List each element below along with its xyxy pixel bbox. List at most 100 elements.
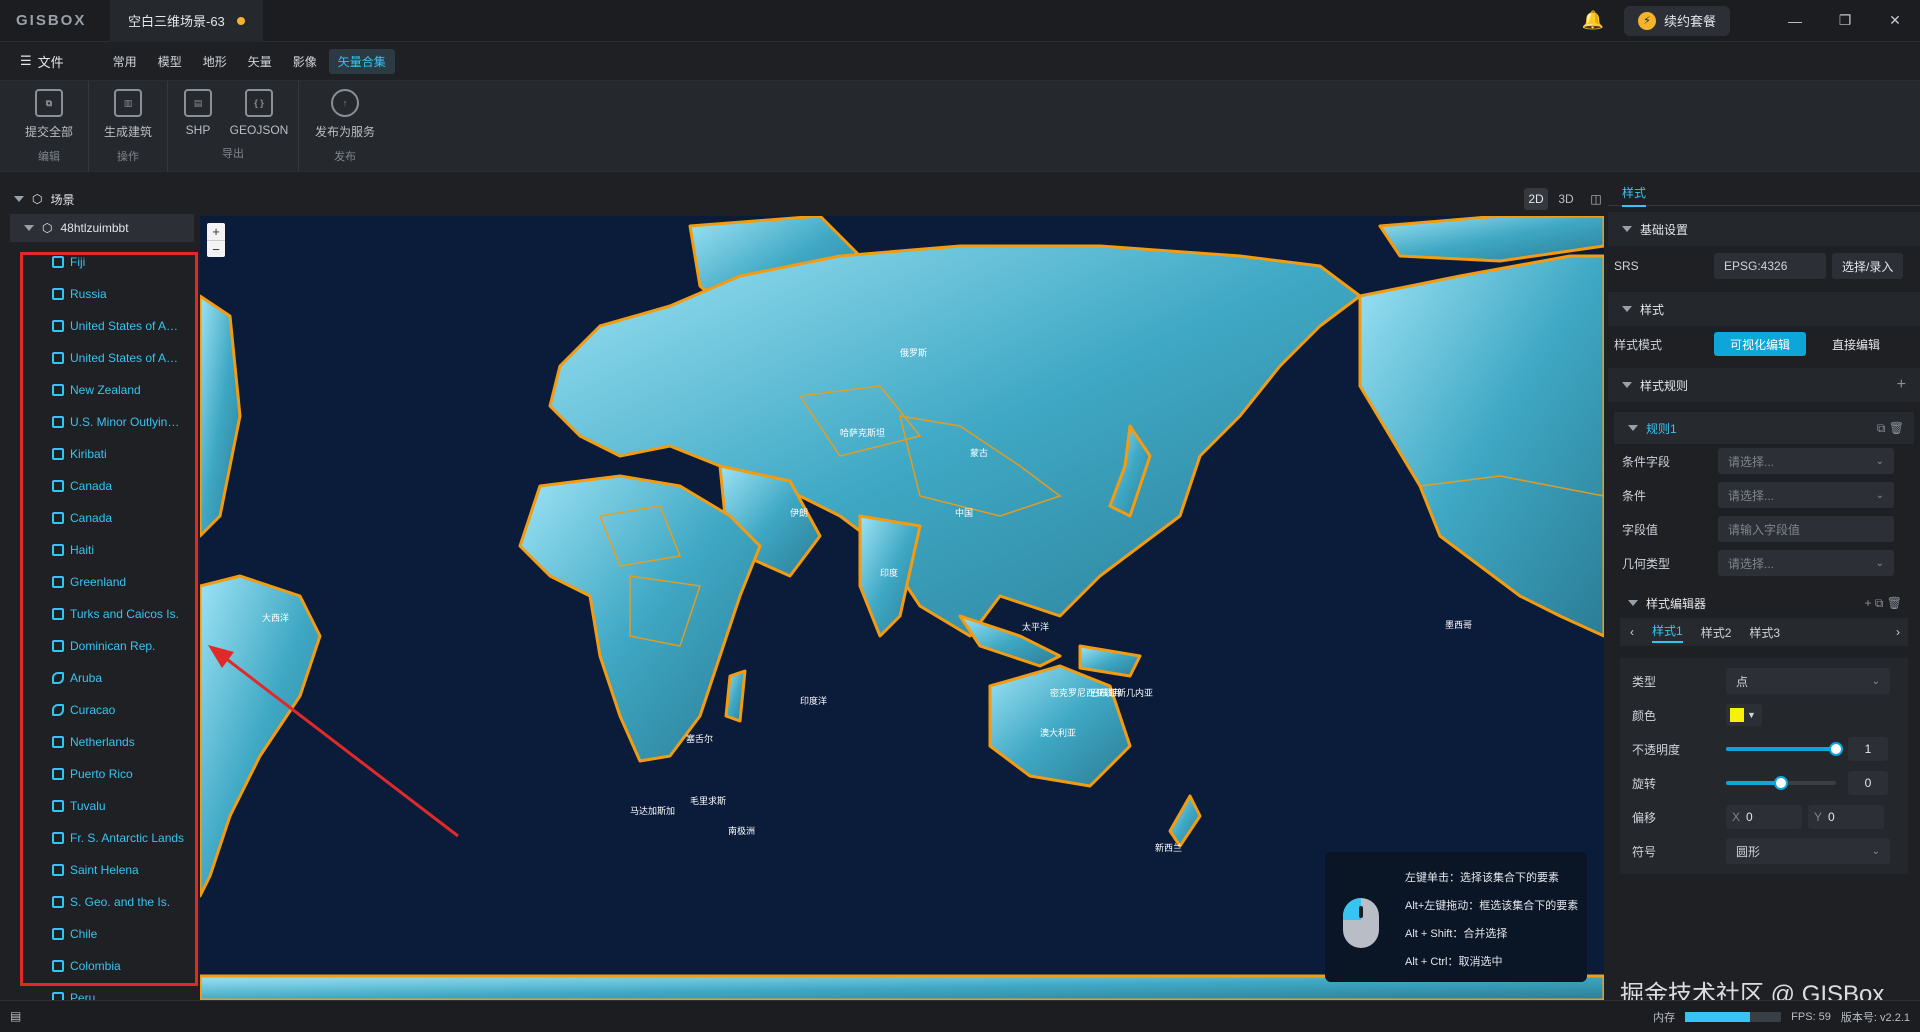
symbol-select[interactable]: 圆形 ⌄ — [1726, 838, 1890, 864]
publish-service-button[interactable]: ↑ 发布为服务 — [303, 87, 387, 140]
tab-style[interactable]: 样式 — [1622, 184, 1647, 207]
tree-item[interactable]: Greenland — [0, 566, 200, 598]
type-select[interactable]: 点 ⌄ — [1726, 668, 1890, 694]
srs-field[interactable]: EPSG:4326 — [1714, 253, 1826, 279]
tree-item[interactable]: Peru — [0, 982, 200, 1000]
tree-item[interactable]: Dominican Rep. — [0, 630, 200, 662]
copy-icon[interactable]: ⧉ — [1877, 421, 1886, 435]
tree-item-label: S. Geo. and the Is. — [70, 895, 171, 909]
style-editor-header[interactable]: 样式编辑器 + ⧉ 🗑 — [1608, 588, 1920, 618]
tree-item[interactable]: Canada — [0, 470, 200, 502]
tree-item[interactable]: United States of A… — [0, 342, 200, 374]
restore-icon[interactable]: ❐ — [1820, 12, 1870, 29]
tree-item-label: Fr. S. Antarctic Lands — [70, 831, 185, 845]
submit-all-button[interactable]: ⧉ 提交全部 — [14, 87, 84, 140]
bell-icon[interactable]: 🔔 — [1578, 10, 1608, 31]
tab-style-2[interactable]: 样式2 — [1701, 624, 1732, 641]
tree-root-node[interactable]: ⬡ 48htlzuimbbt — [10, 214, 194, 242]
multipolygon-icon — [52, 896, 64, 908]
delete-icon[interactable]: 🗑 — [1887, 596, 1902, 610]
tree-item[interactable]: Netherlands — [0, 726, 200, 758]
view-mode-toggles: 2D 3D ◫ — [1524, 188, 1608, 210]
tree-item[interactable]: Haiti — [0, 534, 200, 566]
tree-item[interactable]: Russia — [0, 278, 200, 310]
tree-item[interactable]: Turks and Caicos Is. — [0, 598, 200, 630]
add-style-icon[interactable]: + — [1864, 596, 1871, 610]
tree-item[interactable]: Canada — [0, 502, 200, 534]
document-tab[interactable]: 空白三维场景-63 — [110, 0, 263, 42]
minimize-icon[interactable]: — — [1770, 13, 1820, 29]
tree-item[interactable]: U.S. Minor Outlyin… — [0, 406, 200, 438]
multipolygon-icon — [52, 832, 64, 844]
basic-settings-header[interactable]: 基础设置 — [1608, 212, 1920, 246]
generate-building-button[interactable]: ▥ 生成建筑 — [93, 87, 163, 140]
scene-header[interactable]: ⬡ 场景 — [0, 184, 200, 214]
add-rule-icon[interactable]: + — [1897, 376, 1906, 394]
export-geojson-button[interactable]: { } GEOJSON — [224, 87, 294, 137]
map-label: 印度 — [880, 568, 899, 578]
tab-style-1[interactable]: 样式1 — [1652, 622, 1683, 643]
tree-item[interactable]: New Zealand — [0, 374, 200, 406]
tree-item[interactable]: Fiji — [0, 246, 200, 278]
tree-item[interactable]: Saint Helena — [0, 854, 200, 886]
color-swatch — [1730, 708, 1744, 722]
rotation-slider[interactable] — [1726, 776, 1836, 790]
tree-item[interactable]: Chile — [0, 918, 200, 950]
tree-item[interactable]: United States of A… — [0, 310, 200, 342]
map-viewport[interactable]: + − 大西洋 太平洋 印度洋 南极洲 中国 蒙古 俄罗斯 澳大利亚 哈萨克斯坦… — [200, 216, 1604, 1000]
export-shp-button[interactable]: ▤ SHP — [172, 87, 224, 137]
tree-item-label: Dominican Rep. — [70, 639, 156, 653]
menu-model[interactable]: 模型 — [149, 49, 191, 74]
opacity-slider[interactable] — [1726, 742, 1843, 756]
menu-imagery[interactable]: 影像 — [284, 49, 326, 74]
hint-line: Alt+左键拖动：框选该集合下的要素 — [1405, 900, 1579, 912]
file-menu[interactable]: ☰ 文件 — [20, 52, 64, 71]
tree-item[interactable]: Fr. S. Antarctic Lands — [0, 822, 200, 854]
delete-icon[interactable]: 🗑 — [1889, 421, 1904, 435]
geometry-type-select[interactable]: 请选择... ⌄ — [1718, 550, 1894, 576]
notes-icon[interactable]: ▤ — [10, 1009, 21, 1023]
direct-edit-button[interactable]: 直接编辑 — [1816, 332, 1896, 356]
visual-edit-button[interactable]: 可视化编辑 — [1714, 332, 1807, 356]
tree-item[interactable]: S. Geo. and the Is. — [0, 886, 200, 918]
fps-readout: FPS: 59 — [1791, 1011, 1831, 1023]
copy-icon[interactable]: ⧉ — [1875, 596, 1884, 610]
opacity-input[interactable]: 1 — [1848, 737, 1888, 761]
renew-plan-button[interactable]: ⚡ 续约套餐 — [1623, 5, 1730, 36]
menu-vector[interactable]: 矢量 — [239, 49, 281, 74]
color-picker[interactable]: ▼ — [1726, 704, 1762, 726]
multipolygon-icon — [52, 480, 64, 492]
view-3d-button[interactable]: 3D — [1554, 188, 1578, 210]
tree-item-label: Canada — [70, 511, 113, 525]
condition-field-select[interactable]: 请选择... ⌄ — [1718, 448, 1894, 474]
tree-item[interactable]: Tuvalu — [0, 790, 200, 822]
tree-item[interactable]: Colombia — [0, 950, 200, 982]
field-value-input[interactable]: 请输入字段值 — [1718, 516, 1894, 542]
menu-terrain[interactable]: 地形 — [194, 49, 236, 74]
view-split-button[interactable]: ◫ — [1584, 188, 1608, 210]
tree-item[interactable]: Curacao — [0, 694, 200, 726]
ribbon-group-label: 发布 — [334, 151, 356, 163]
tree-item[interactable]: Kiribati — [0, 438, 200, 470]
prev-icon[interactable]: ‹ — [1630, 625, 1634, 639]
publish-service-label: 发布为服务 — [314, 125, 375, 139]
close-icon[interactable]: ✕ — [1870, 12, 1920, 29]
zoom-out-button[interactable]: − — [207, 240, 225, 257]
style-rules-header[interactable]: 样式规则 + — [1608, 368, 1920, 402]
offset-x-input[interactable]: X0 — [1726, 805, 1802, 829]
rule-header[interactable]: 规则1 ⧉ 🗑 — [1614, 412, 1914, 444]
offset-y-input[interactable]: Y0 — [1808, 805, 1884, 829]
tab-style-3[interactable]: 样式3 — [1749, 624, 1780, 641]
tree-item[interactable]: Aruba — [0, 662, 200, 694]
menu-vector-collection[interactable]: 矢量合集 — [328, 48, 395, 74]
title-bar: GISBOX 空白三维场景-63 🔔 ⚡ 续约套餐 — ❐ ✕ — [0, 0, 1920, 42]
view-2d-button[interactable]: 2D — [1524, 188, 1548, 210]
rotation-input[interactable]: 0 — [1848, 771, 1888, 795]
srs-select-button[interactable]: 选择/录入 — [1832, 253, 1904, 279]
next-icon[interactable]: › — [1896, 625, 1900, 639]
tree-item[interactable]: Puerto Rico — [0, 758, 200, 790]
menu-common[interactable]: 常用 — [104, 49, 146, 74]
style-section-header[interactable]: 样式 — [1608, 292, 1920, 326]
condition-select[interactable]: 请选择... ⌄ — [1718, 482, 1894, 508]
zoom-in-button[interactable]: + — [207, 223, 225, 240]
